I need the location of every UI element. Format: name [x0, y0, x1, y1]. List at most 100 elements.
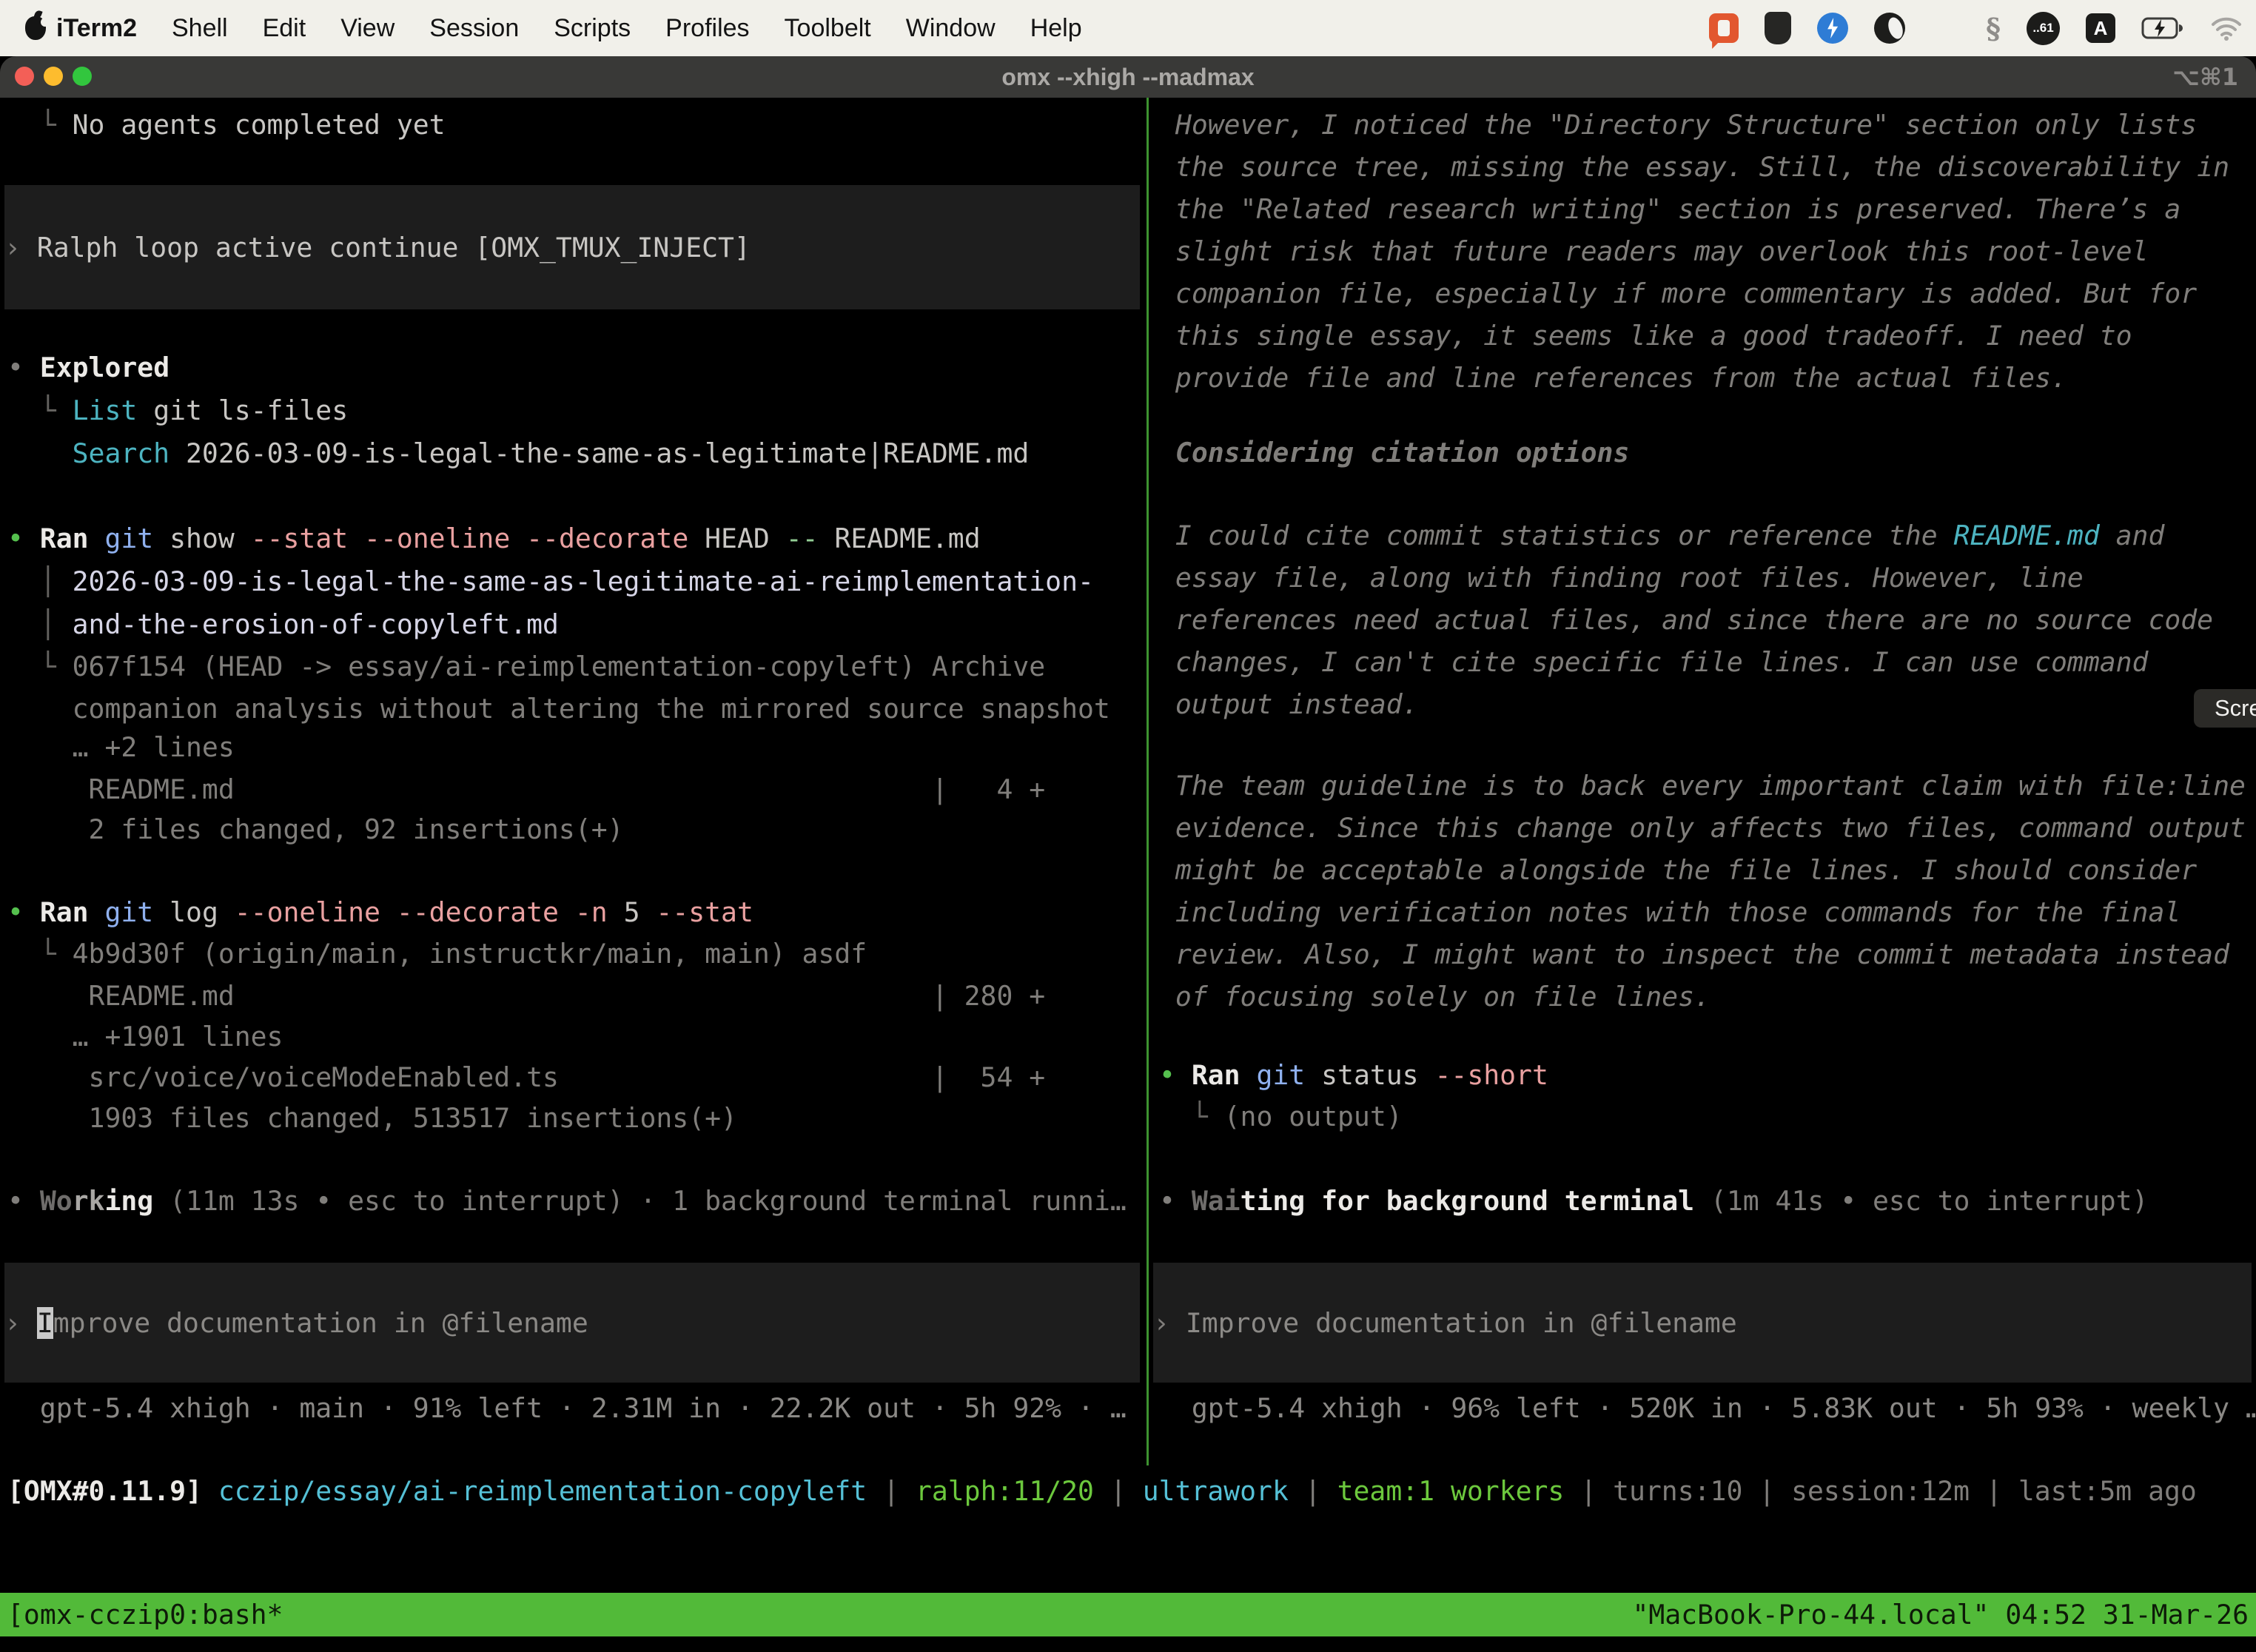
menu-item-help[interactable]: Help — [1030, 14, 1082, 43]
text-segment: companion analysis without altering the … — [7, 693, 1110, 725]
dots-grid-icon[interactable] — [1931, 14, 1960, 43]
menu-item-toolbelt[interactable]: Toolbelt — [785, 14, 871, 43]
terminal-line: README.md | 280 + — [7, 975, 1045, 1017]
menu-bar-left: iTerm2 Shell Edit View Session Scripts Profile… — [25, 14, 1117, 43]
right-prompt-input[interactable]: › Improve documentation in @filename — [1153, 1263, 2252, 1383]
text-segment: 4b9d30f (origin/main, instructkr/main, m… — [73, 938, 867, 970]
terminal-line: • Ran git log --oneline --decorate -n 5 … — [7, 891, 753, 933]
text-segment: 067f154 (HEAD -> essay/ai-reimplementati… — [73, 651, 1046, 682]
menu-items: iTerm2 Shell Edit View Session Scripts Profile… — [56, 14, 1117, 43]
text-segment: ing — [104, 1185, 153, 1217]
terminal-line: └ 4b9d30f (origin/main, instructkr/main,… — [7, 933, 867, 975]
terminal-line: 2 files changed, 92 insertions(+) — [7, 808, 624, 850]
text-segment: • — [1159, 1059, 1192, 1091]
text-segment: Wai — [1192, 1185, 1241, 1217]
text-segment: | — [1742, 1475, 1791, 1507]
shield-grid-icon[interactable] — [1765, 12, 1791, 44]
terminal-line: The team guideline is to back every impo… — [1159, 765, 2246, 807]
text-segment: | — [1094, 1475, 1143, 1507]
terminal-line: companion file, especially if more comme… — [1159, 272, 2197, 315]
text-segment: cczip/essay/ai-reimplementation-copyleft — [218, 1475, 867, 1507]
text-segment: git — [104, 896, 153, 928]
menu-item-session[interactable]: Session — [429, 14, 519, 43]
text-segment: README.md — [1954, 520, 2100, 551]
text-segment: Ran — [40, 523, 89, 554]
terminal-line: companion analysis without altering the … — [7, 688, 1110, 730]
text-segment: --stat --oneline --decorate — [251, 523, 689, 554]
menu-item-profiles[interactable]: Profiles — [665, 14, 749, 43]
text-segment: of focusing solely on file lines. — [1159, 981, 1711, 1013]
text-segment: └ — [7, 394, 73, 426]
terminal-line: the source tree, missing the essay. Stil… — [1159, 146, 2229, 188]
terminal-line: › Ralph loop active continue [OMX_TMUX_I… — [4, 226, 751, 269]
text-segment: README.md | 280 + — [7, 980, 1045, 1012]
terminal-area: › Ralph loop active continue [OMX_TMUX_I… — [0, 98, 2256, 1652]
text-segment: session:12m — [1791, 1475, 1970, 1507]
text-segment: No agents completed yet — [73, 109, 446, 141]
menu-bar-status-icons: § ..61 A — [1709, 12, 2243, 45]
tmux-pane-left[interactable]: › Ralph loop active continue [OMX_TMUX_I… — [0, 98, 1147, 1470]
text-segment: (1m 41s • esc to interrupt) — [1694, 1185, 2148, 1217]
menu-item-edit[interactable]: Edit — [263, 14, 306, 43]
text-segment: slight risk that future readers may over… — [1159, 235, 2148, 267]
window-title-bar[interactable]: omx --xhigh --madmax ⌥⌘1 — [0, 56, 2256, 98]
pac-circle-icon[interactable] — [1874, 13, 1905, 44]
terminal-line: provide file and line references from th… — [1159, 357, 2067, 399]
text-segment: 2 files changed, 92 insertions(+) — [7, 813, 624, 845]
text-segment: › — [4, 1307, 37, 1339]
terminal-line: Considering citation options — [1159, 432, 1629, 474]
text-segment: review. Also, I might want to inspect th… — [1159, 939, 2229, 970]
battery-icon[interactable] — [2141, 17, 2184, 39]
text-segment: However, I noticed the "Directory Struct… — [1159, 109, 2197, 141]
text-segment: references need actual files, and since … — [1159, 604, 2213, 636]
menu-item-scripts[interactable]: Scripts — [554, 14, 631, 43]
terminal-line: the "Related research writing" section i… — [1159, 188, 2181, 230]
section-hook-icon[interactable]: § — [1986, 12, 2001, 45]
text-segment: [OMX#0.11.9] — [7, 1475, 202, 1507]
chat-app-icon[interactable] — [1709, 13, 1739, 43]
text-segment — [7, 437, 73, 469]
terminal-line: Search 2026-03-09-is-legal-the-same-as-l… — [7, 432, 1029, 474]
bolt-circle-icon[interactable] — [1817, 13, 1848, 44]
menu-bar: iTerm2 Shell Edit View Session Scripts Profile… — [0, 0, 2256, 56]
text-segment: this single essay, it seems like a good … — [1159, 320, 2132, 352]
apple-menu-icon[interactable] — [25, 16, 46, 40]
tmux-pane-right[interactable]: › Improve documentation in @filename gpt… — [1152, 98, 2256, 1470]
screen-overlay-button[interactable]: Scre — [2194, 689, 2256, 728]
menu-item-iterm2[interactable]: iTerm2 — [56, 14, 137, 43]
text-segment: • — [7, 523, 40, 554]
text-segment: status — [1305, 1059, 1434, 1091]
text-segment: │ — [7, 608, 73, 640]
terminal-line: However, I noticed the "Directory Struct… — [1159, 104, 2197, 146]
tmux-session-label: [omx-cczip0:bash* — [7, 1594, 283, 1636]
text-segment: | — [1564, 1475, 1613, 1507]
terminal-line: • Explored — [7, 346, 169, 389]
terminal-line: evidence. Since this change only affects… — [1159, 807, 2246, 849]
terminal-line: might be acceptable alongside the file l… — [1159, 849, 2197, 891]
menu-item-shell[interactable]: Shell — [172, 14, 228, 43]
terminal-line: this single essay, it seems like a good … — [1159, 315, 2132, 357]
menu-item-window[interactable]: Window — [906, 14, 996, 43]
tmux-host-clock: "MacBook-Pro-44.local" 04:52 31-Mar-26 — [1632, 1594, 2249, 1636]
menu-item-view[interactable]: View — [340, 14, 395, 43]
text-segment: … +1901 lines — [7, 1021, 283, 1052]
text-segment: └ — [7, 938, 73, 970]
text-cursor: I — [37, 1307, 53, 1339]
terminal-line: │ 2026-03-09-is-legal-the-same-as-legiti… — [7, 560, 1094, 602]
left-prompt-input[interactable]: › Improve documentation in @filename — [4, 1263, 1140, 1383]
text-segment: README.md | 4 + — [7, 773, 1045, 805]
text-segment: 2026-03-09-is-legal-the-same-as-legitima… — [73, 565, 1094, 597]
terminal-line: I could cite commit statistics or refere… — [1159, 514, 2164, 557]
terminal-line: │ and-the-erosion-of-copyleft.md — [7, 603, 559, 645]
badge-61-icon[interactable]: ..61 — [2027, 12, 2060, 45]
text-segment: | — [1289, 1475, 1337, 1507]
terminal-line: └ 067f154 (HEAD -> essay/ai-reimplementa… — [7, 645, 1045, 688]
pane-divider[interactable] — [1147, 98, 1149, 1465]
text-segment: Considering citation options — [1159, 437, 1629, 469]
a-badge-icon[interactable]: A — [2086, 13, 2115, 43]
text-segment: provide file and line references from th… — [1159, 362, 2067, 394]
text-segment: including verification notes with those … — [1159, 896, 2181, 928]
terminal-line: changes, I can't cite specific file line… — [1159, 641, 2148, 683]
terminal-line: … +1901 lines — [7, 1015, 283, 1058]
wifi-icon[interactable] — [2210, 16, 2243, 41]
